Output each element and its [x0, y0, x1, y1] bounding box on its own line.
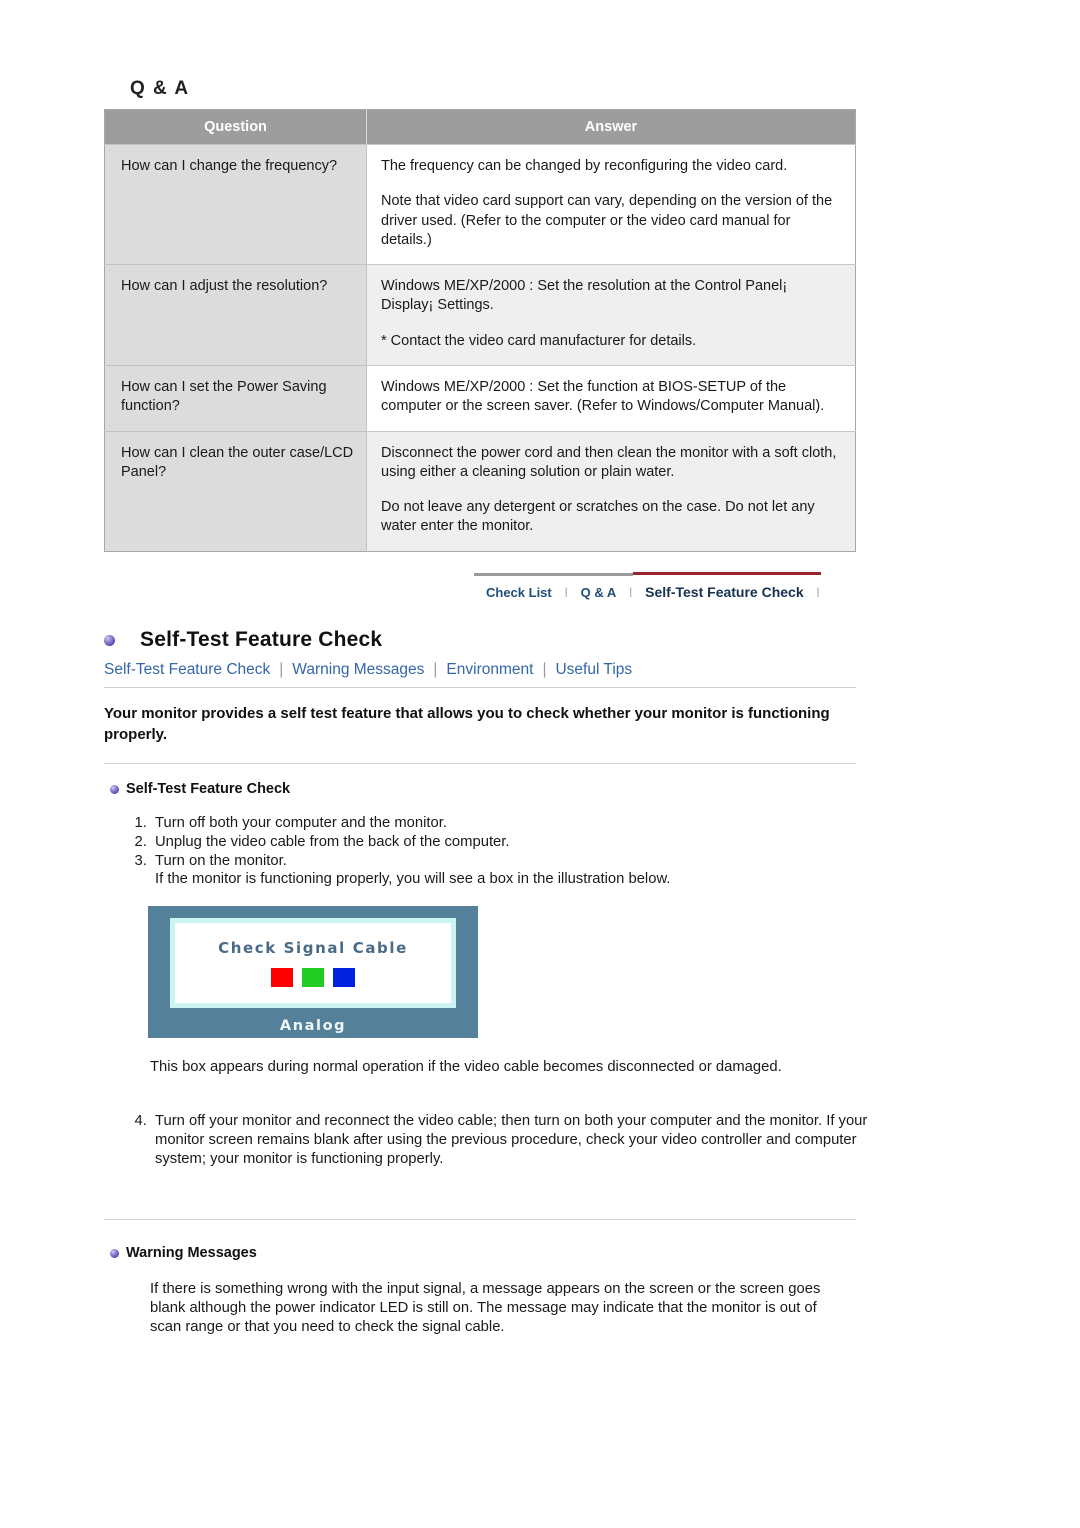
step-text: Turn off both your computer and the moni… [155, 815, 447, 831]
qa-question-cell: How can I clean the outer case/LCD Panel… [104, 430, 367, 552]
subsection-title: Self-Test Feature Check [126, 781, 291, 797]
sublink-useful-tips[interactable]: Useful Tips [555, 661, 632, 679]
breadcrumb-tab-nav: Check List l Q & A l Self-Test Feature C… [474, 566, 882, 600]
qa-section: Q & A Question Answer How can I change t… [104, 78, 856, 552]
green-swatch [302, 968, 324, 987]
qa-col-answer: Answer [366, 109, 856, 145]
tab-check-list[interactable]: Check List [474, 585, 564, 600]
tab-self-test-feature-check[interactable]: Self-Test Feature Check [633, 584, 815, 600]
divider [104, 763, 856, 764]
inactive-tab-group: Check List l Q & A l [474, 573, 634, 600]
divider [104, 1219, 856, 1220]
list-item: Unplug the video cable from the back of … [151, 833, 891, 852]
sublink-environment[interactable]: Environment [446, 661, 533, 679]
red-swatch [271, 968, 293, 987]
blue-swatch [333, 968, 355, 987]
analog-label: Analog [279, 1018, 347, 1034]
qa-question-cell: How can I adjust the resolution? [104, 264, 367, 366]
step-text: Unplug the video cable from the back of … [155, 833, 510, 850]
qa-answer-cell: Windows ME/XP/2000 : Set the resolution … [366, 264, 856, 366]
page-title: Self-Test Feature Check [140, 628, 383, 651]
list-item: Turn off your monitor and reconnect the … [151, 1112, 891, 1168]
intro-paragraph: Your monitor provides a self test featur… [104, 705, 830, 743]
qa-answer-cell: Disconnect the power cord and then clean… [366, 430, 856, 552]
step-text: Turn off your monitor and reconnect the … [155, 1113, 823, 1129]
qa-answer-cell: The frequency can be changed by reconfig… [366, 143, 856, 265]
qa-question-cell: How can I change the frequency? [104, 143, 367, 265]
sublink-nav: Self-Test Feature Check | Warning Messag… [104, 661, 856, 688]
subsection-title: Warning Messages [126, 1245, 257, 1261]
warning-messages-paragraph: If there is something wrong with the inp… [150, 1281, 821, 1336]
qa-heading: Q & A [130, 78, 190, 99]
after-image-paragraph: This box appears during normal operation… [150, 1059, 782, 1075]
list-item: Turn on the monitor. If the monitor is f… [151, 852, 891, 890]
self-test-steps-continued: Turn off your monitor and reconnect the … [120, 1112, 891, 1168]
subsection-self-test-header: Self-Test Feature Check [110, 781, 290, 797]
qa-answer-cell: Windows ME/XP/2000 : Set the function at… [366, 364, 856, 432]
sublink-separator: | [279, 661, 284, 678]
sublink-self-test-feature-check[interactable]: Self-Test Feature Check [104, 661, 270, 679]
qa-answer-para: * Contact the video card manufacturer fo… [381, 332, 697, 349]
step-text: Turn on the monitor. [155, 852, 287, 869]
page-title-row: Self-Test Feature Check [104, 628, 856, 652]
sublink-separator: | [542, 661, 547, 678]
subsection-warning-messages-header: Warning Messages [110, 1245, 257, 1261]
qa-col-question: Question [104, 109, 367, 145]
page-header: Self-Test Feature Check Self-Test Featur… [104, 628, 856, 688]
check-signal-cable-illustration: Check Signal Cable Analog [148, 906, 478, 1038]
qa-question-cell: How can I set the Power Saving function? [104, 364, 367, 432]
active-tab-group: Self-Test Feature Check l [633, 572, 821, 600]
table-row: How can I change the frequency? The freq… [104, 143, 856, 265]
monitor-screen-area: Check Signal Cable [170, 918, 456, 1008]
table-row: How can I adjust the resolution? Windows… [104, 264, 856, 366]
qa-table: Question Answer How can I change the fre… [104, 109, 856, 552]
table-row: How can I clean the outer case/LCD Panel… [104, 430, 856, 552]
tab-qa[interactable]: Q & A [569, 585, 629, 600]
qa-answer-para: Disconnect the power cord and then clean… [381, 444, 837, 480]
qa-answer-para: Windows ME/XP/2000 : Set the resolution … [381, 278, 788, 314]
qa-answer-para: Windows ME/XP/2000 : Set the function at… [381, 378, 825, 415]
sublink-separator: | [433, 661, 438, 678]
rgb-swatch-group [175, 968, 451, 987]
sublink-warning-messages[interactable]: Warning Messages [292, 661, 424, 679]
self-test-steps-list: Turn off both your computer and the moni… [120, 814, 891, 889]
qa-answer-para: Do not leave any detergent or scratches … [381, 499, 815, 535]
purple-sphere-bullet-icon [104, 634, 115, 646]
table-row: How can I set the Power Saving function?… [104, 364, 856, 432]
tab-separator: l [816, 585, 820, 600]
qa-answer-para: Note that video card support can vary, d… [381, 193, 833, 248]
check-signal-cable-message: Check Signal Cable [218, 939, 408, 957]
qa-answer-para: The frequency can be changed by reconfig… [381, 158, 788, 174]
step-note: If the monitor is functioning properly, … [155, 871, 671, 888]
purple-sphere-bullet-icon [110, 1248, 119, 1258]
purple-sphere-bullet-icon [110, 784, 119, 794]
qa-table-header-row: Question Answer [104, 109, 856, 145]
list-item: Turn off both your computer and the moni… [151, 814, 891, 833]
